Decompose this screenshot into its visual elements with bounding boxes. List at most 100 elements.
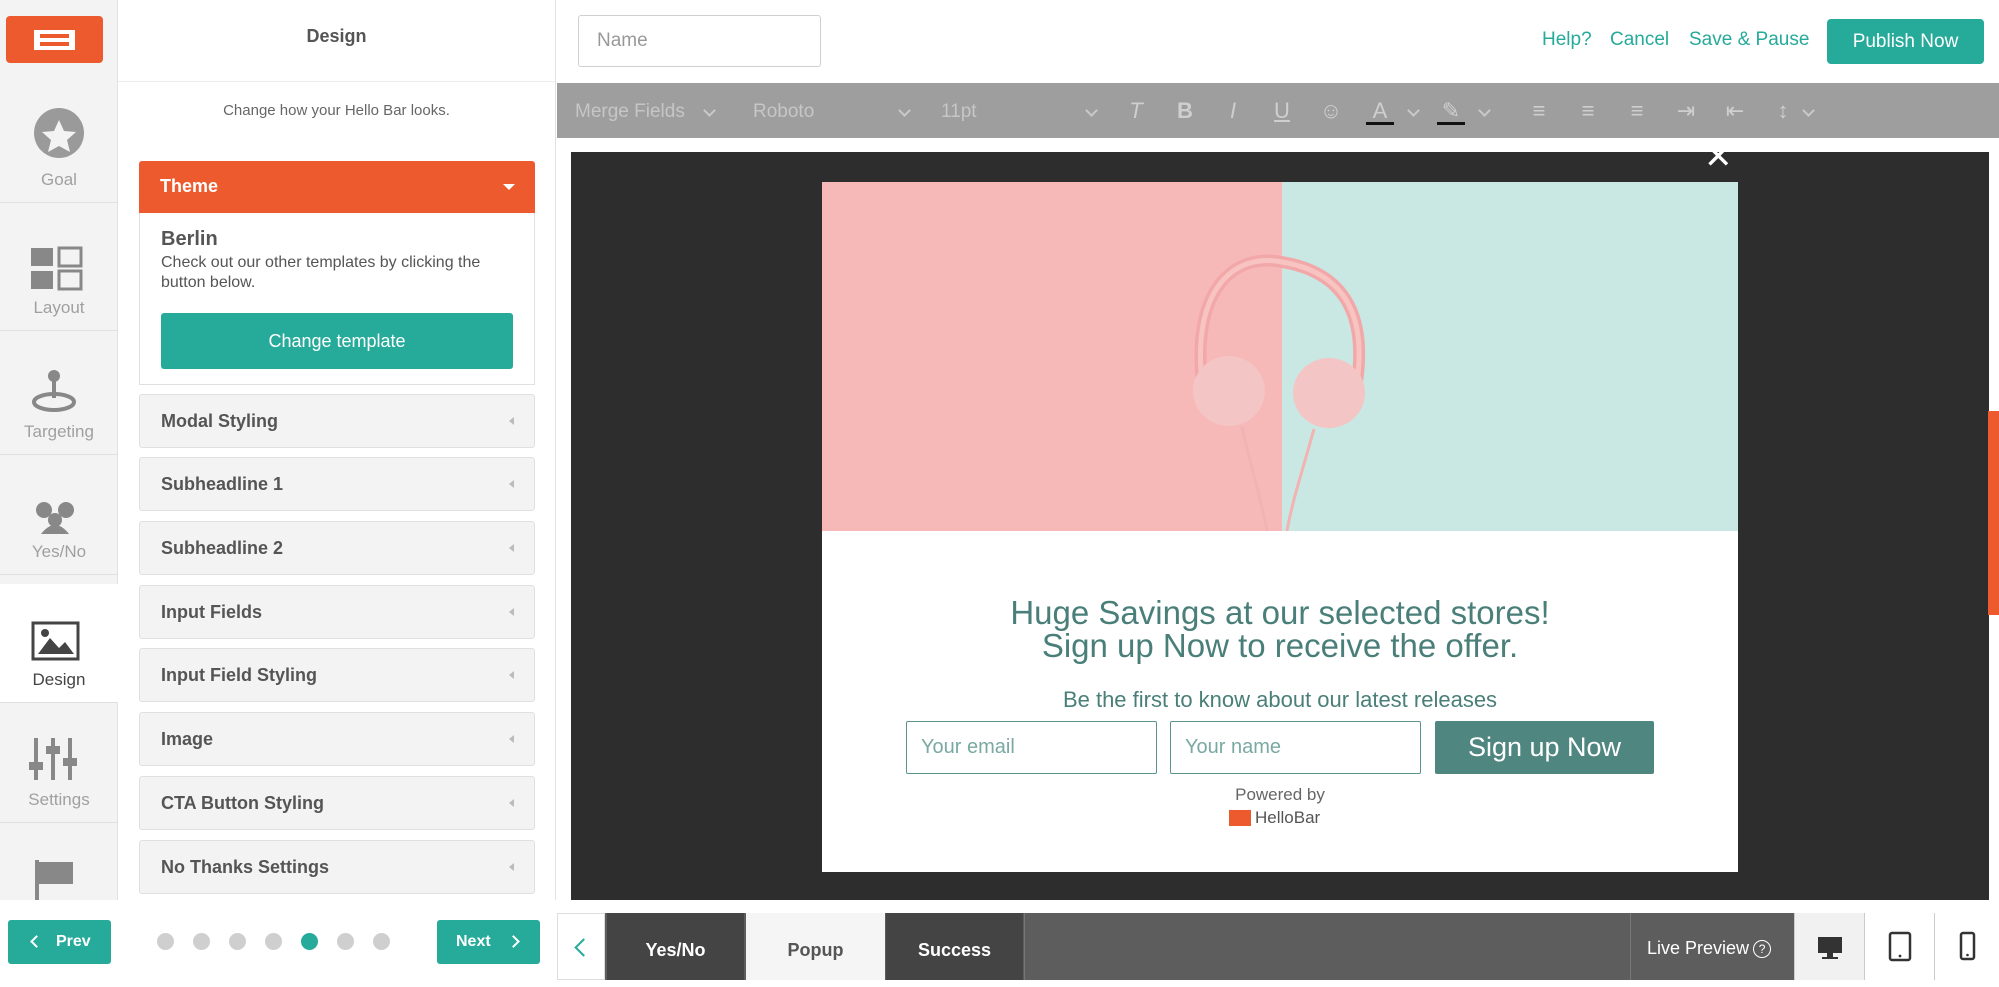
rail-item-targeting[interactable]: Targeting — [0, 336, 118, 455]
rail-item-settings[interactable]: Settings — [0, 704, 118, 823]
chevron-down-icon — [1407, 104, 1420, 117]
section-label: Subheadline 1 — [161, 474, 284, 494]
chevron-down-icon — [1085, 104, 1098, 117]
section-input-fields[interactable]: Input Fields — [139, 585, 535, 639]
feedback-side-tab[interactable] — [1988, 411, 1999, 615]
rail-label: Design — [32, 670, 86, 689]
font-select[interactable]: Roboto — [753, 101, 814, 123]
rail-label: Layout — [33, 298, 85, 317]
step-dot[interactable] — [373, 933, 390, 950]
outdent-icon[interactable]: ⇤ — [1721, 97, 1749, 125]
merge-fields-select[interactable]: Merge Fields — [575, 101, 685, 123]
align-right-icon[interactable]: ≡ — [1623, 97, 1651, 125]
section-label: Image — [161, 729, 214, 749]
tablet-view-button[interactable] — [1864, 913, 1934, 980]
rail-label: Settings — [28, 790, 90, 809]
caret-left-icon — [509, 608, 514, 616]
mobile-icon — [1959, 931, 1976, 961]
tab-success[interactable]: Success — [886, 913, 1023, 980]
section-input-field-styling[interactable]: Input Field Styling — [139, 648, 535, 702]
rail-item-goal[interactable]: Goal — [0, 84, 118, 203]
rail-item-layout[interactable]: Layout — [0, 212, 118, 331]
section-cta-button-styling[interactable]: CTA Button Styling — [139, 776, 535, 830]
desktop-view-button[interactable] — [1794, 913, 1864, 980]
section-subheadline-2[interactable]: Subheadline 2 — [139, 521, 535, 575]
rail-label: Targeting — [24, 422, 94, 441]
section-modal-styling[interactable]: Modal Styling — [139, 394, 535, 448]
text-color-icon[interactable]: A — [1366, 97, 1394, 125]
next-label: Next — [456, 933, 491, 950]
divider — [118, 81, 555, 82]
divider — [1630, 913, 1631, 980]
italic-icon[interactable]: I — [1219, 97, 1247, 125]
theme-description: Check out our other templates by clickin… — [161, 254, 481, 291]
underline-icon[interactable]: U — [1268, 97, 1296, 125]
live-preview-link[interactable]: Live Preview? — [1647, 938, 1772, 959]
mobile-view-button[interactable] — [1934, 913, 1999, 980]
joystick-icon — [0, 354, 118, 416]
font-size-select[interactable]: 11pt — [941, 101, 977, 123]
section-image[interactable]: Image — [139, 712, 535, 766]
powered-by-text: Powered by — [1235, 785, 1325, 804]
align-center-icon[interactable]: ≡ — [1574, 97, 1602, 125]
align-left-icon[interactable]: ≡ — [1525, 97, 1553, 125]
hero-image — [822, 182, 1738, 531]
name-field[interactable] — [1170, 721, 1421, 774]
section-no-thanks-settings[interactable]: No Thanks Settings — [139, 840, 535, 894]
section-subheadline-1[interactable]: Subheadline 1 — [139, 457, 535, 511]
line-height-icon[interactable]: ↕ — [1769, 97, 1797, 125]
cancel-link[interactable]: Cancel — [1610, 29, 1669, 51]
desktop-icon — [1818, 937, 1842, 959]
section-label: Subheadline 2 — [161, 538, 284, 558]
step-dot[interactable] — [301, 933, 318, 950]
theme-section-header[interactable]: Theme — [139, 161, 535, 213]
step-dot[interactable] — [265, 933, 282, 950]
emoji-icon[interactable]: ☺ — [1317, 97, 1345, 125]
bold-icon[interactable]: B — [1171, 97, 1199, 125]
name-input[interactable] — [578, 15, 821, 67]
hellobar-logo[interactable] — [6, 16, 103, 63]
change-template-button[interactable]: Change template — [161, 313, 513, 369]
headphones-icon — [1193, 254, 1366, 531]
image-icon — [0, 602, 118, 664]
section-label: CTA Button Styling — [161, 793, 324, 813]
clear-format-icon[interactable]: T — [1122, 97, 1150, 125]
caret-left-icon — [509, 671, 514, 679]
subheadline: Be the first to know about our latest re… — [1062, 687, 1498, 712]
caret-left-icon — [509, 480, 514, 488]
rail-item-yes-no[interactable]: Yes/No — [0, 456, 118, 575]
publish-now-button[interactable]: Publish Now — [1827, 19, 1984, 64]
sign-up-button[interactable]: Sign up Now — [1435, 721, 1654, 774]
caret-left-icon — [509, 417, 514, 425]
collapse-panel-button[interactable] — [557, 913, 605, 980]
step-dot[interactable] — [337, 933, 354, 950]
close-icon[interactable]: ✕ — [1704, 140, 1733, 174]
chevron-down-icon — [898, 104, 911, 117]
help-link[interactable]: Help? — [1542, 29, 1592, 51]
tab-yes-no[interactable]: Yes/No — [607, 913, 744, 980]
section-label: Modal Styling — [161, 411, 278, 431]
prev-button[interactable]: Prev — [8, 920, 111, 964]
panel-subtitle: Change how your Hello Bar looks. — [223, 102, 450, 119]
rail-label: Yes/No — [31, 542, 87, 561]
headline-line-2: Sign up Now to receive the offer. — [1041, 627, 1519, 664]
email-field[interactable] — [906, 721, 1157, 774]
step-dot[interactable] — [229, 933, 246, 950]
chevron-right-icon — [507, 935, 520, 948]
live-preview-label: Live Preview — [1647, 938, 1750, 958]
flag-icon — [0, 842, 118, 910]
theme-name: Berlin — [161, 228, 218, 250]
next-button[interactable]: Next — [437, 920, 540, 964]
divider — [1024, 913, 1025, 980]
highlight-icon[interactable]: ✎ — [1437, 97, 1465, 125]
star-icon — [0, 102, 118, 164]
indent-icon[interactable]: ⇥ — [1672, 97, 1700, 125]
caret-left-icon — [509, 863, 514, 871]
rail-item-design[interactable]: Design — [0, 584, 118, 703]
step-dot[interactable] — [193, 933, 210, 950]
design-panel: Design Change how your Hello Bar looks. … — [118, 0, 556, 900]
tab-popup[interactable]: Popup — [746, 913, 885, 980]
save-pause-link[interactable]: Save & Pause — [1689, 29, 1809, 51]
logo-icon — [34, 30, 75, 50]
step-dot[interactable] — [157, 933, 174, 950]
